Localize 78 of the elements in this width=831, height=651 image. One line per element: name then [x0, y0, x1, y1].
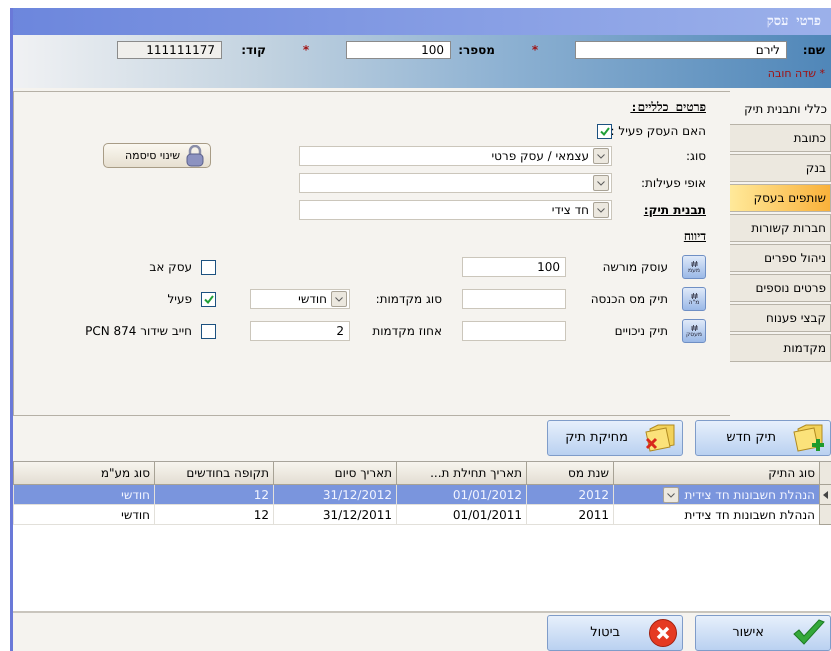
text-field[interactable]: לירם	[575, 40, 787, 59]
field-label: תיק ניכויים	[614, 324, 669, 338]
close-icon	[648, 618, 678, 648]
row-pointer-icon	[823, 490, 828, 499]
table-cell: 12	[154, 505, 273, 526]
dropdown-caret-icon[interactable]	[593, 174, 609, 191]
text-field[interactable]	[462, 289, 566, 310]
checkbox[interactable]	[201, 292, 216, 307]
column-header[interactable]: סוג מע"מ	[13, 462, 154, 486]
ok-button[interactable]: אישור	[695, 614, 831, 651]
tab[interactable]: ניהול ספרים	[730, 244, 831, 272]
checkbox-label: עסק אב	[148, 260, 193, 274]
table-cell: 2012	[526, 485, 613, 506]
tab[interactable]: פרטים נוספים	[730, 274, 831, 302]
new-file-button[interactable]: תיק חדש	[695, 420, 831, 456]
dropdown-field[interactable]: חד צידי	[299, 200, 612, 220]
text-field[interactable]	[462, 321, 566, 342]
table-cell: 2011	[526, 505, 613, 526]
required-mark: *	[530, 42, 540, 57]
field-label: האם העסק פעיל :	[612, 124, 706, 138]
table-cell: 01/01/2011	[396, 505, 526, 526]
dropdown-field[interactable]	[299, 172, 612, 193]
column-header[interactable]: שנת מס	[526, 462, 613, 486]
required-mark: *	[302, 42, 310, 57]
dropdown-field[interactable]: חודשי	[250, 289, 350, 310]
checkbox[interactable]	[201, 324, 216, 339]
table-cell: 31/12/2011	[273, 505, 396, 526]
dropdown-caret-icon[interactable]	[593, 148, 609, 164]
tab[interactable]: חברות קשורות	[730, 214, 831, 242]
table-cell: 31/12/2012	[273, 485, 396, 506]
dropdown-caret-icon[interactable]	[593, 202, 609, 218]
table-cell: חודשי	[13, 505, 154, 526]
tab[interactable]: קבצי פענוח	[730, 304, 831, 332]
window-title: פרטי עסק	[766, 13, 821, 30]
field-label: אופי פעילות:	[640, 176, 706, 190]
table-cell: 12	[154, 485, 273, 506]
field-label: קוד:	[240, 42, 266, 57]
tab[interactable]: כתובת	[730, 124, 831, 152]
checkbox[interactable]	[201, 260, 216, 275]
dropdown-caret-icon[interactable]	[662, 486, 679, 503]
checkbox-label: חייב שידור PCN 874	[84, 324, 193, 338]
field-label: מספר:	[457, 42, 495, 57]
table-cell: 01/01/2012	[396, 485, 526, 506]
text-field[interactable]: 100	[462, 257, 566, 278]
text-field[interactable]: 2	[250, 321, 350, 342]
field-label: סוג מקדמות:	[374, 292, 443, 306]
field-label: עוסק מורשה	[602, 260, 669, 274]
field-label: תבנית תיק:	[642, 202, 706, 217]
folder-add-icon	[792, 422, 826, 453]
dropdown-field[interactable]: עצמאי / עסק פרטי	[299, 146, 612, 166]
field-label: שם:	[802, 42, 825, 57]
required-note: * שדה חובה	[766, 66, 825, 80]
delete-file-button[interactable]: מחיקת תיק	[547, 420, 683, 456]
field-label: אחוז מקדמות	[371, 324, 443, 338]
table-cell: חודשי	[13, 485, 154, 506]
tab[interactable]: שותפים בעסק	[730, 184, 831, 212]
column-header[interactable]: תאריך סיום	[273, 462, 396, 486]
section-heading: דיווח	[684, 229, 706, 244]
text-field[interactable]: 100	[346, 40, 451, 59]
table-cell: הנהלת חשבונות חד צידית	[613, 505, 819, 526]
column-header[interactable]: תקופה בחודשים	[154, 462, 273, 486]
dropdown-caret-icon[interactable]	[331, 291, 347, 308]
section-heading: פרטים כלליים:	[630, 100, 706, 114]
field-label: תיק מס הכנסה	[590, 292, 669, 306]
checkmark-icon	[792, 618, 826, 647]
change-password-button[interactable]: שינוי סיסמה	[103, 143, 211, 168]
tab[interactable]: מקדמות	[730, 334, 831, 362]
tab[interactable]: בנק	[730, 154, 831, 182]
checkbox-label: פעיל	[166, 292, 193, 306]
column-header[interactable]: סוג התיק	[613, 462, 819, 486]
cancel-button[interactable]: ביטול	[547, 614, 683, 651]
text-field[interactable]: 111111177	[117, 40, 222, 59]
table-cell: הנהלת חשבונות חד צידית	[613, 485, 819, 506]
checkbox[interactable]	[597, 124, 612, 139]
row-header[interactable]	[819, 485, 831, 506]
column-header[interactable]: תאריך תחילת ת...	[396, 462, 526, 486]
padlock-icon	[186, 144, 204, 167]
field-label: סוג:	[684, 148, 706, 163]
